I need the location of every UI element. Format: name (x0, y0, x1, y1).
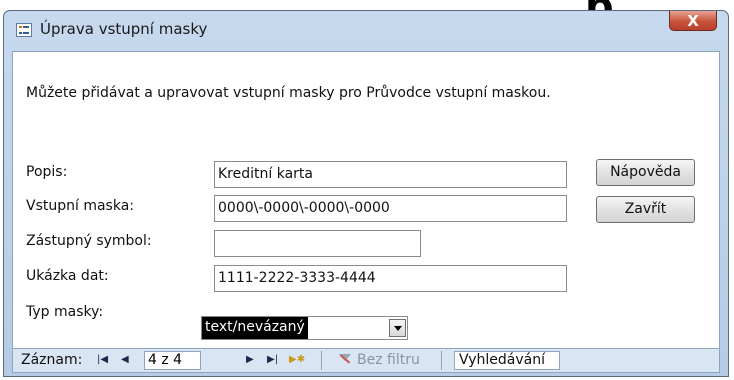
last-record-icon[interactable]: ▶| (267, 354, 278, 366)
close-button[interactable]: Zavřít (596, 196, 695, 223)
first-record-icon[interactable]: |◀ (97, 354, 108, 366)
close-icon: X (687, 12, 699, 30)
typ-masky-selected-value: text/nevázaný (202, 317, 308, 339)
right-edge (729, 10, 734, 377)
typ-masky-select[interactable]: text/nevázaný (201, 316, 408, 340)
next-record-icon[interactable]: ▶ (246, 354, 254, 366)
intro-text: Můžete přidávat a upravovat vstupní mask… (26, 85, 551, 101)
record-label: Záznam: (21, 352, 83, 368)
popis-label: Popis: (26, 164, 68, 180)
help-button[interactable]: Nápověda (596, 159, 695, 186)
zastupny-symbol-field[interactable] (214, 230, 421, 257)
search-field[interactable]: Vyhledávání (454, 351, 560, 370)
ukazka-dat-field[interactable]: 1111-2222-3333-4444 (214, 265, 567, 292)
popis-field[interactable]: Kreditní karta (214, 161, 567, 188)
current-record-field[interactable]: 4 z 4 (144, 351, 201, 370)
title-bar[interactable]: Úprava vstupní masky X (4, 11, 728, 51)
typ-masky-label: Typ masky: (26, 304, 104, 320)
toolbar-separator (441, 351, 442, 370)
toolbar-separator (321, 351, 322, 370)
ukazka-dat-label: Ukázka dat: (26, 268, 109, 284)
close-window-button[interactable]: X (669, 11, 717, 31)
vstupni-maska-label: Vstupní maska: (26, 198, 135, 214)
window-title: Úprava vstupní masky (40, 20, 208, 38)
zastupny-symbol-label: Zástupný symbol: (26, 233, 152, 249)
record-navigation-bar: Záznam: |◀ ◀ 4 z 4 ▶ ▶| ▶✱ Bez filtru Vy… (12, 349, 720, 373)
new-record-icon[interactable]: ▶✱ (289, 354, 305, 366)
filter-icon (338, 353, 352, 367)
form-icon (16, 23, 32, 37)
vstupni-maska-field[interactable]: 0000\-0000\-0000\-0000 (214, 195, 567, 222)
previous-record-icon[interactable]: ◀ (121, 354, 129, 366)
cropped-top-area: p (0, 0, 734, 30)
no-filter-button[interactable]: Bez filtru (357, 352, 420, 368)
dialog-body: Můžete přidávat a upravovat vstupní mask… (12, 51, 720, 349)
chevron-down-icon[interactable] (389, 319, 406, 337)
